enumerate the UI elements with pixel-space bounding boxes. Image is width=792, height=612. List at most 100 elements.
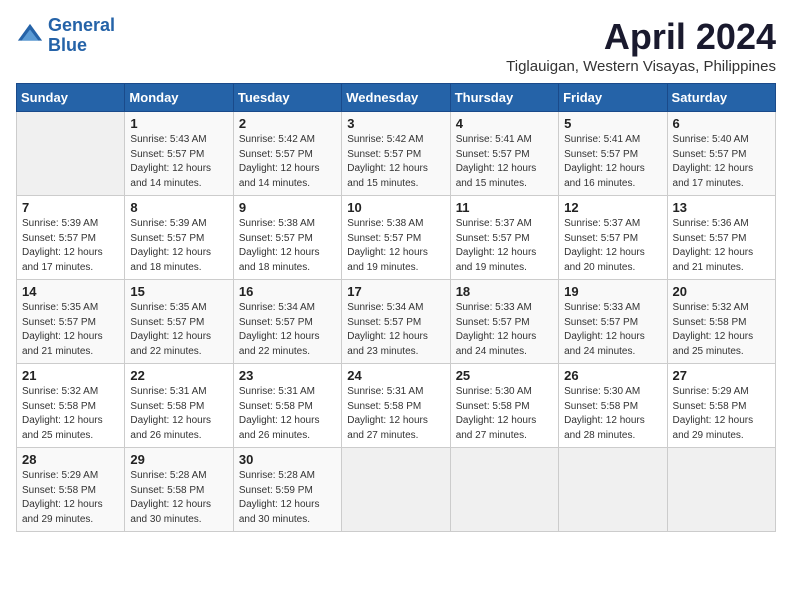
calendar-cell: 4Sunrise: 5:41 AMSunset: 5:57 PMDaylight… xyxy=(450,112,558,196)
weekday-header: Monday xyxy=(125,84,233,112)
day-number: 15 xyxy=(130,284,227,299)
calendar-cell: 28Sunrise: 5:29 AMSunset: 5:58 PMDayligh… xyxy=(17,448,125,532)
day-number: 13 xyxy=(673,200,770,215)
day-info: Sunrise: 5:28 AMSunset: 5:58 PMDaylight:… xyxy=(130,469,227,527)
day-info: Sunrise: 5:36 AMSunset: 5:57 PMDaylight:… xyxy=(673,217,770,275)
day-number: 7 xyxy=(22,200,119,215)
day-info: Sunrise: 5:38 AMSunset: 5:57 PMDaylight:… xyxy=(347,217,444,275)
month-title: April 2024 xyxy=(506,16,776,58)
day-number: 19 xyxy=(564,284,661,299)
day-number: 5 xyxy=(564,116,661,131)
day-number: 1 xyxy=(130,116,227,131)
day-info: Sunrise: 5:40 AMSunset: 5:57 PMDaylight:… xyxy=(673,133,770,191)
calendar-cell xyxy=(667,448,775,532)
day-info: Sunrise: 5:37 AMSunset: 5:57 PMDaylight:… xyxy=(564,217,661,275)
day-info: Sunrise: 5:31 AMSunset: 5:58 PMDaylight:… xyxy=(130,385,227,443)
weekday-header: Sunday xyxy=(17,84,125,112)
day-number: 2 xyxy=(239,116,336,131)
day-info: Sunrise: 5:41 AMSunset: 5:57 PMDaylight:… xyxy=(564,133,661,191)
calendar-cell: 25 Sunrise: 5:30 AMSunset: 5:58 PMDayligh… xyxy=(450,364,558,448)
calendar-week-row: 21 Sunrise: 5:32 AMSunset: 5:58 PMDayligh… xyxy=(17,364,776,448)
calendar-cell: 2 Sunrise: 5:42 AMSunset: 5:57 PMDaylight… xyxy=(233,112,341,196)
calendar-cell: 23 Sunrise: 5:31 AMSunset: 5:58 PMDayligh… xyxy=(233,364,341,448)
calendar-cell: 22 Sunrise: 5:31 AMSunset: 5:58 PMDayligh… xyxy=(125,364,233,448)
day-number: 27 xyxy=(673,368,770,383)
weekday-header: Friday xyxy=(559,84,667,112)
calendar-cell: 19 Sunrise: 5:33 AMSunset: 5:57 PMDayligh… xyxy=(559,280,667,364)
day-number: 26 xyxy=(564,368,661,383)
day-info: Sunrise: 5:30 AMSunset: 5:58 PMDaylight:… xyxy=(456,385,553,443)
day-info: Sunrise: 5:35 AMSunset: 5:57 PMDaylight:… xyxy=(22,301,119,359)
day-number: 22 xyxy=(130,368,227,383)
calendar-cell: 21 Sunrise: 5:32 AMSunset: 5:58 PMDayligh… xyxy=(17,364,125,448)
day-number: 21 xyxy=(22,368,119,383)
title-block: April 2024 Tiglauigan, Western Visayas, … xyxy=(506,16,776,75)
calendar-week-row: 7 Sunrise: 5:39 AMSunset: 5:57 PMDaylight… xyxy=(17,196,776,280)
calendar-cell: 20Sunrise: 5:32 AMSunset: 5:58 PMDayligh… xyxy=(667,280,775,364)
calendar-cell: 13 Sunrise: 5:36 AMSunset: 5:57 PMDayligh… xyxy=(667,196,775,280)
calendar-cell: 9Sunrise: 5:38 AMSunset: 5:57 PMDaylight… xyxy=(233,196,341,280)
calendar-cell: 15 Sunrise: 5:35 AMSunset: 5:57 PMDayligh… xyxy=(125,280,233,364)
calendar-cell: 1Sunrise: 5:43 AMSunset: 5:57 PMDaylight… xyxy=(125,112,233,196)
day-info: Sunrise: 5:33 AMSunset: 5:57 PMDaylight:… xyxy=(456,301,553,359)
calendar-cell: 3Sunrise: 5:42 AMSunset: 5:57 PMDaylight… xyxy=(342,112,450,196)
day-info: Sunrise: 5:38 AMSunset: 5:57 PMDaylight:… xyxy=(239,217,336,275)
day-info: Sunrise: 5:39 AMSunset: 5:57 PMDaylight:… xyxy=(22,217,119,275)
weekday-header: Wednesday xyxy=(342,84,450,112)
day-info: Sunrise: 5:35 AMSunset: 5:57 PMDaylight:… xyxy=(130,301,227,359)
day-info: Sunrise: 5:33 AMSunset: 5:57 PMDaylight:… xyxy=(564,301,661,359)
day-info: Sunrise: 5:28 AMSunset: 5:59 PMDaylight:… xyxy=(239,469,336,527)
day-number: 6 xyxy=(673,116,770,131)
logo-icon xyxy=(16,22,44,50)
day-number: 24 xyxy=(347,368,444,383)
calendar-cell: 11 Sunrise: 5:37 AMSunset: 5:57 PMDayligh… xyxy=(450,196,558,280)
day-number: 16 xyxy=(239,284,336,299)
day-info: Sunrise: 5:34 AMSunset: 5:57 PMDaylight:… xyxy=(239,301,336,359)
day-info: Sunrise: 5:32 AMSunset: 5:58 PMDaylight:… xyxy=(22,385,119,443)
day-info: Sunrise: 5:32 AMSunset: 5:58 PMDaylight:… xyxy=(673,301,770,359)
day-number: 11 xyxy=(456,200,553,215)
day-info: Sunrise: 5:42 AMSunset: 5:57 PMDaylight:… xyxy=(347,133,444,191)
calendar-cell: 5 Sunrise: 5:41 AMSunset: 5:57 PMDaylight… xyxy=(559,112,667,196)
day-number: 18 xyxy=(456,284,553,299)
calendar-cell xyxy=(342,448,450,532)
calendar-cell: 30 Sunrise: 5:28 AMSunset: 5:59 PMDayligh… xyxy=(233,448,341,532)
calendar-cell: 29 Sunrise: 5:28 AMSunset: 5:58 PMDayligh… xyxy=(125,448,233,532)
day-number: 30 xyxy=(239,452,336,467)
calendar-cell: 8 Sunrise: 5:39 AMSunset: 5:57 PMDaylight… xyxy=(125,196,233,280)
calendar-cell: 10 Sunrise: 5:38 AMSunset: 5:57 PMDayligh… xyxy=(342,196,450,280)
calendar-cell: 14 Sunrise: 5:35 AMSunset: 5:57 PMDayligh… xyxy=(17,280,125,364)
calendar-cell: 6 Sunrise: 5:40 AMSunset: 5:57 PMDaylight… xyxy=(667,112,775,196)
day-number: 23 xyxy=(239,368,336,383)
day-number: 25 xyxy=(456,368,553,383)
calendar-week-row: 28Sunrise: 5:29 AMSunset: 5:58 PMDayligh… xyxy=(17,448,776,532)
logo: General Blue xyxy=(16,16,115,56)
day-info: Sunrise: 5:31 AMSunset: 5:58 PMDaylight:… xyxy=(239,385,336,443)
calendar-cell: 16 Sunrise: 5:34 AMSunset: 5:57 PMDayligh… xyxy=(233,280,341,364)
calendar-cell: 7 Sunrise: 5:39 AMSunset: 5:57 PMDaylight… xyxy=(17,196,125,280)
day-info: Sunrise: 5:39 AMSunset: 5:57 PMDaylight:… xyxy=(130,217,227,275)
day-number: 14 xyxy=(22,284,119,299)
day-info: Sunrise: 5:42 AMSunset: 5:57 PMDaylight:… xyxy=(239,133,336,191)
day-number: 10 xyxy=(347,200,444,215)
location-title: Tiglauigan, Western Visayas, Philippines xyxy=(506,58,776,75)
calendar-cell: 26 Sunrise: 5:30 AMSunset: 5:58 PMDayligh… xyxy=(559,364,667,448)
day-number: 29 xyxy=(130,452,227,467)
logo-text: General Blue xyxy=(48,16,115,56)
day-info: Sunrise: 5:29 AMSunset: 5:58 PMDaylight:… xyxy=(673,385,770,443)
day-info: Sunrise: 5:31 AMSunset: 5:58 PMDaylight:… xyxy=(347,385,444,443)
calendar-week-row: 1Sunrise: 5:43 AMSunset: 5:57 PMDaylight… xyxy=(17,112,776,196)
weekday-header: Tuesday xyxy=(233,84,341,112)
calendar-cell xyxy=(17,112,125,196)
day-info: Sunrise: 5:37 AMSunset: 5:57 PMDaylight:… xyxy=(456,217,553,275)
day-number: 17 xyxy=(347,284,444,299)
day-number: 8 xyxy=(130,200,227,215)
calendar-cell xyxy=(559,448,667,532)
weekday-header-row: SundayMondayTuesdayWednesdayThursdayFrid… xyxy=(17,84,776,112)
calendar-week-row: 14 Sunrise: 5:35 AMSunset: 5:57 PMDayligh… xyxy=(17,280,776,364)
calendar-cell: 18 Sunrise: 5:33 AMSunset: 5:57 PMDayligh… xyxy=(450,280,558,364)
day-number: 28 xyxy=(22,452,119,467)
weekday-header: Thursday xyxy=(450,84,558,112)
day-info: Sunrise: 5:30 AMSunset: 5:58 PMDaylight:… xyxy=(564,385,661,443)
calendar-cell: 12Sunrise: 5:37 AMSunset: 5:57 PMDayligh… xyxy=(559,196,667,280)
